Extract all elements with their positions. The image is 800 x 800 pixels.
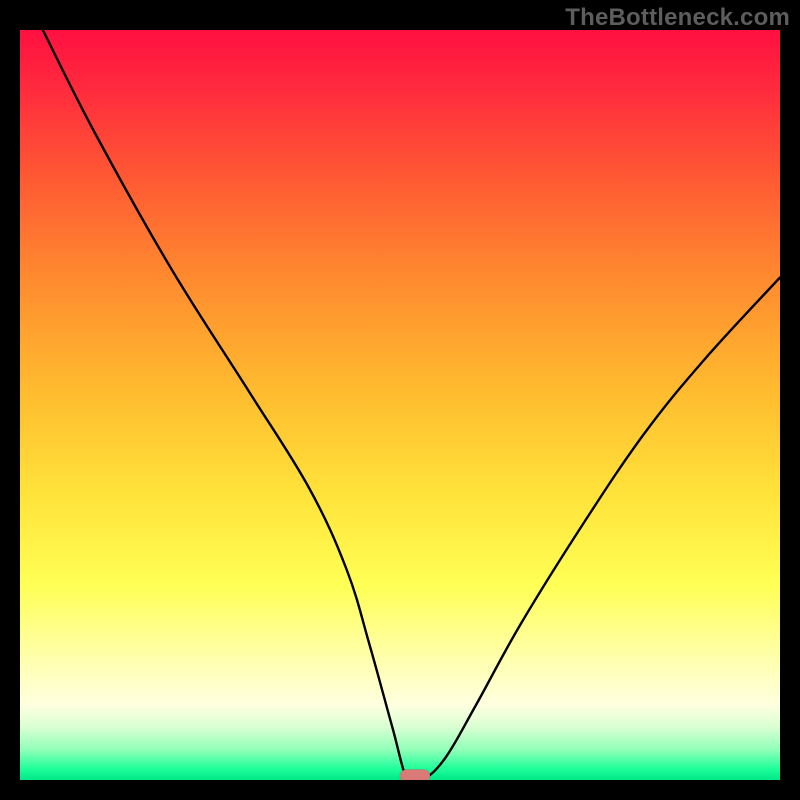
optimal-point-marker — [400, 770, 430, 780]
bottleneck-curve — [20, 30, 780, 780]
chart-frame: TheBottleneck.com — [0, 0, 800, 800]
watermark-text: TheBottleneck.com — [565, 4, 790, 32]
plot-area — [20, 30, 780, 780]
